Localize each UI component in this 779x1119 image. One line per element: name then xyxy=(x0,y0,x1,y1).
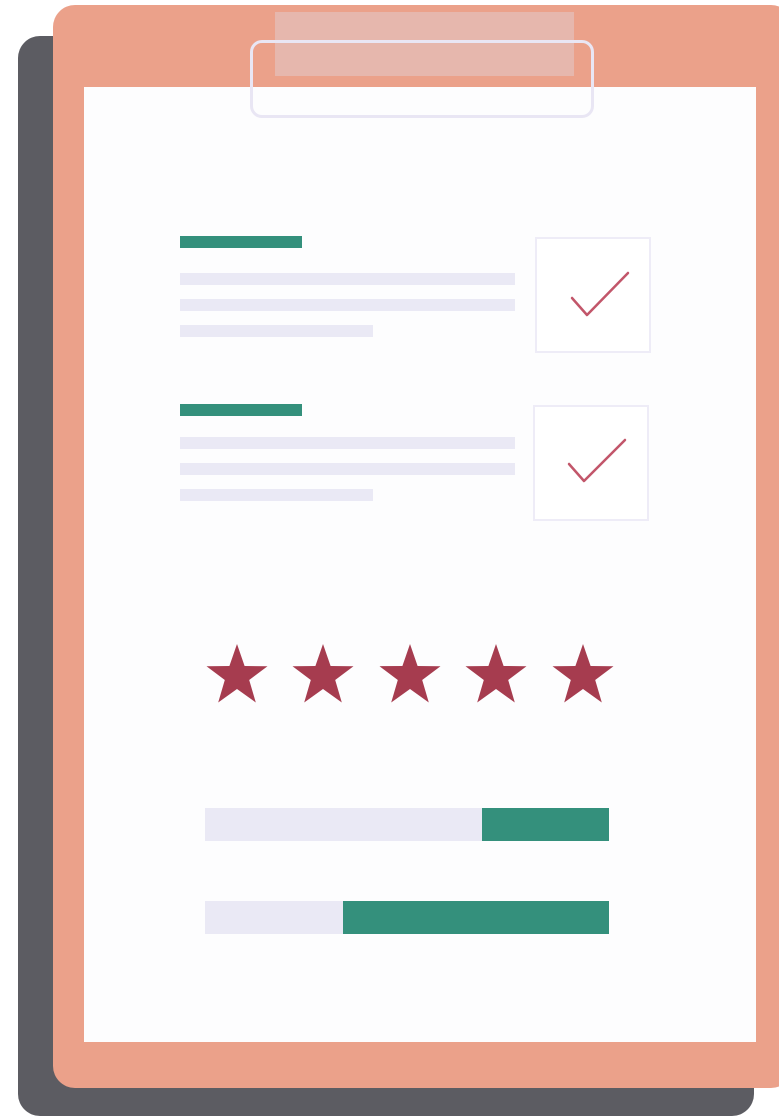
clipboard-illustration xyxy=(0,0,779,1119)
star-icon[interactable] xyxy=(550,642,616,708)
progress-bar xyxy=(205,901,609,934)
progress-bar-fill xyxy=(343,901,609,934)
clipboard-clip-ring xyxy=(250,40,594,118)
star-icon[interactable] xyxy=(290,642,356,708)
clipboard-paper xyxy=(84,87,756,1042)
progress-bar-fill xyxy=(481,808,609,841)
check-icon xyxy=(567,438,627,483)
star-icon[interactable] xyxy=(463,642,529,708)
checklist-item-text-line xyxy=(180,437,515,449)
star-icon[interactable] xyxy=(377,642,443,708)
checklist-item-text-line xyxy=(180,299,515,311)
checkbox[interactable] xyxy=(535,237,651,353)
checklist-item-text-line xyxy=(180,489,373,501)
checklist-item-heading xyxy=(180,236,302,248)
check-icon xyxy=(570,271,630,317)
checklist-item-text-line xyxy=(180,325,373,337)
star-icon[interactable] xyxy=(204,642,270,708)
progress-bar xyxy=(205,808,609,841)
checklist-item-text-line xyxy=(180,273,515,285)
checklist-item-text-line xyxy=(180,463,515,475)
checkbox[interactable] xyxy=(533,405,649,521)
checklist-item-heading xyxy=(180,404,302,416)
